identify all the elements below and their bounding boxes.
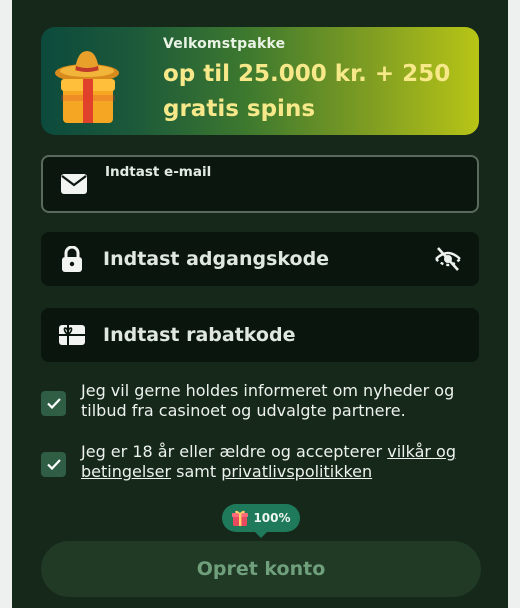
- promo-input[interactable]: [103, 308, 423, 362]
- checkmark-icon: [46, 398, 61, 409]
- gift-sombrero-icon: [55, 51, 119, 123]
- email-label: Indtast e-mail: [105, 164, 212, 180]
- eye-off-icon[interactable]: [433, 244, 463, 274]
- gift-card-icon: [59, 322, 85, 348]
- lock-icon: [59, 246, 85, 272]
- progress-badge: 100%: [222, 504, 300, 538]
- right-edge: [508, 0, 520, 608]
- signup-panel: Velkomstpakke op til 25.000 kr. + 250 gr…: [12, 0, 508, 608]
- terms-checkbox[interactable]: [41, 452, 66, 477]
- password-input[interactable]: [103, 232, 423, 286]
- terms-consent-text: Jeg er 18 år eller ældre og accepterer v…: [81, 442, 481, 482]
- left-edge: [0, 0, 12, 608]
- welcome-banner: Velkomstpakke op til 25.000 kr. + 250 gr…: [41, 27, 479, 135]
- terms-consent-row: Jeg er 18 år eller ældre og accepterer v…: [41, 442, 481, 486]
- terms-prefix: Jeg er 18 år eller ældre og accepterer: [81, 442, 388, 461]
- envelope-icon: [61, 171, 87, 197]
- marketing-consent-text: Jeg vil gerne holdes informeret om nyhed…: [81, 381, 455, 420]
- banner-eyebrow: Velkomstpakke: [163, 36, 286, 52]
- create-account-button[interactable]: Opret konto: [41, 541, 481, 597]
- email-input[interactable]: [105, 185, 445, 203]
- marketing-checkbox[interactable]: [41, 391, 66, 416]
- password-field[interactable]: [41, 232, 479, 286]
- promo-field[interactable]: [41, 308, 479, 362]
- badge-percentage: 100%: [253, 511, 291, 525]
- checkmark-icon: [46, 459, 61, 470]
- email-field[interactable]: Indtast e-mail: [41, 155, 479, 213]
- terms-middle: samt: [171, 462, 222, 481]
- banner-headline: op til 25.000 kr. + 250 gratis spins: [163, 61, 451, 122]
- privacy-link[interactable]: privatlivspolitikken: [221, 462, 372, 481]
- gift-icon: [232, 510, 249, 526]
- marketing-consent-row: Jeg vil gerne holdes informeret om nyhed…: [41, 381, 481, 425]
